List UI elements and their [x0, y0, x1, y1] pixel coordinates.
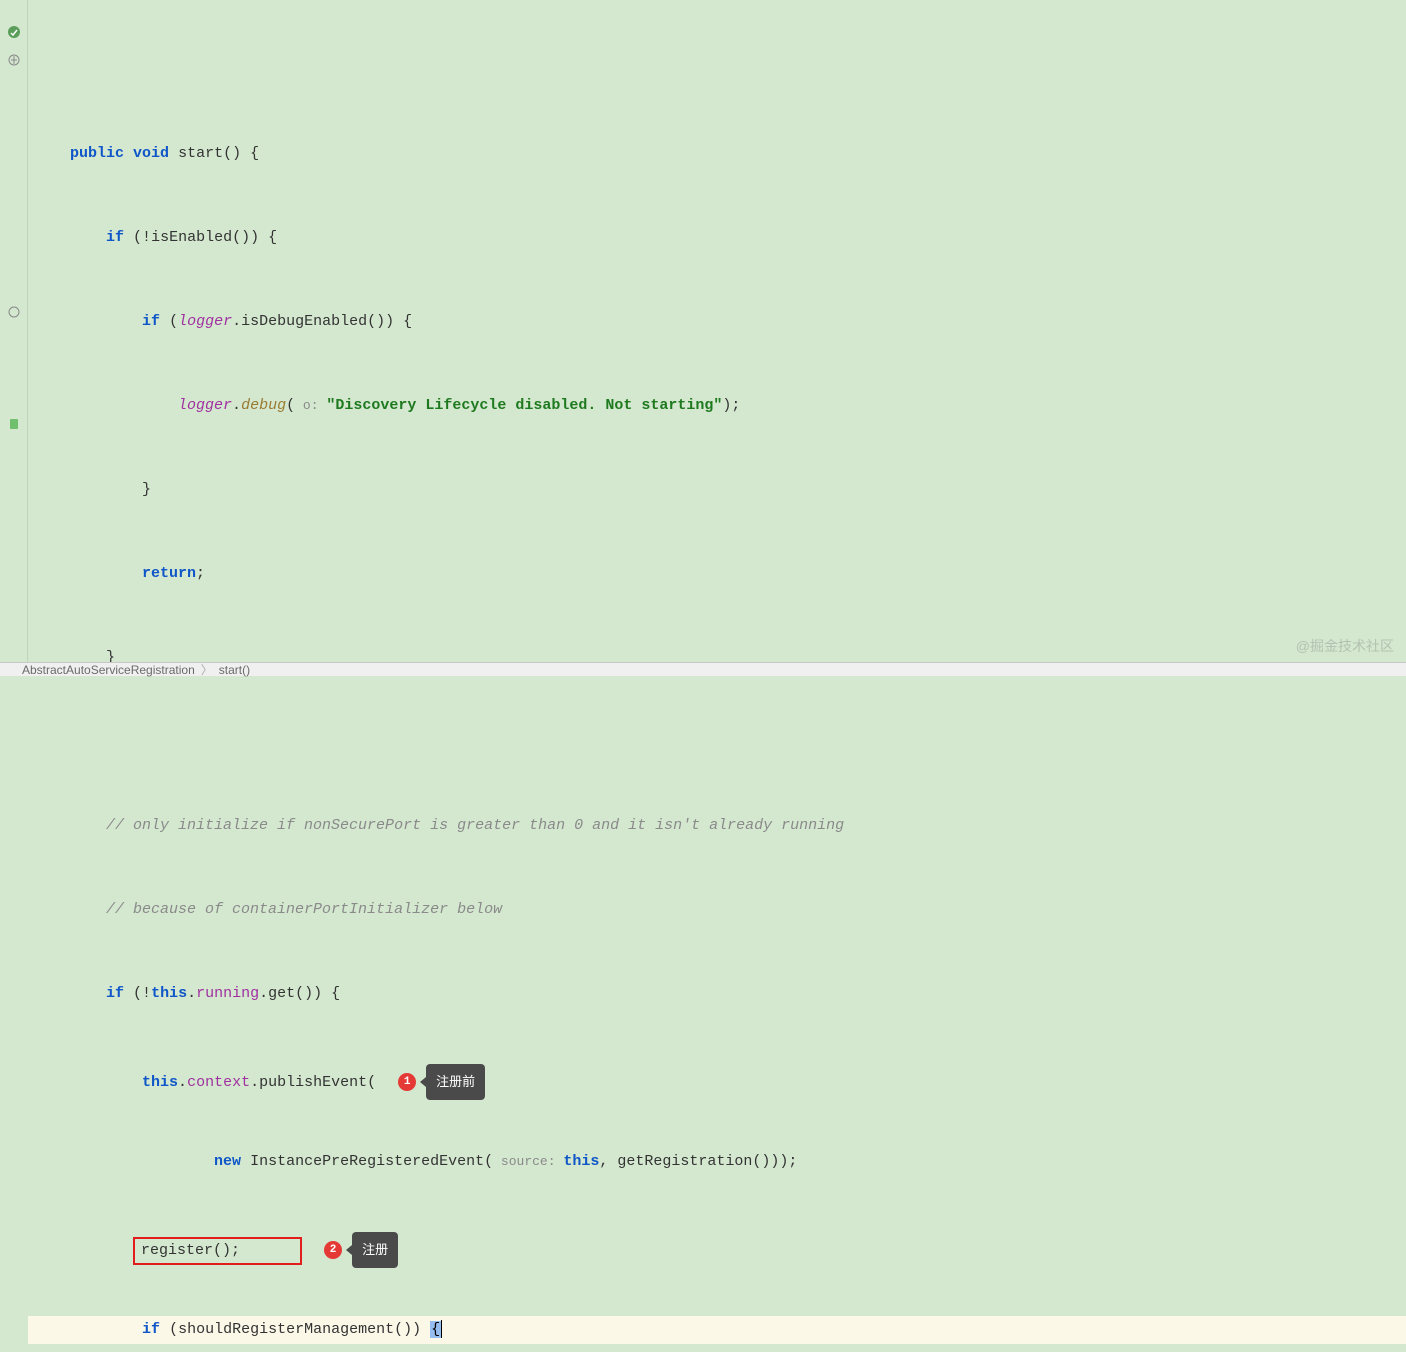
- call-get: get: [268, 985, 295, 1002]
- call-publishEvent: publishEvent: [259, 1074, 367, 1091]
- keyword-if: if: [106, 985, 124, 1002]
- annotation-label-2: 注册: [352, 1232, 398, 1268]
- method-icon[interactable]: [6, 304, 22, 320]
- annotation-badge-1: 1: [398, 1073, 416, 1091]
- gutter: [0, 0, 28, 662]
- call-shouldRegisterManagement: shouldRegisterManagement: [178, 1321, 394, 1338]
- field-running: running: [196, 985, 259, 1002]
- keyword-this: this: [151, 985, 187, 1002]
- keyword-if: if: [142, 313, 160, 330]
- field-context: context: [187, 1074, 250, 1091]
- call-isEnabled: isEnabled: [151, 229, 232, 246]
- string-literal: "Discovery Lifecycle disabled. Not start…: [326, 397, 722, 414]
- call-getRegistration: getRegistration: [617, 1153, 752, 1170]
- text-caret: [441, 1320, 442, 1338]
- keyword-if: if: [142, 1321, 160, 1338]
- call-debug: debug: [241, 397, 286, 414]
- breadcrumb[interactable]: AbstractAutoServiceRegistration 〉 start(): [0, 662, 1406, 676]
- keyword-if: if: [106, 229, 124, 246]
- keyword-return: return: [142, 565, 196, 582]
- keyword-new: new: [214, 1153, 241, 1170]
- annotation-label-1: 注册前: [426, 1064, 485, 1100]
- highlight-box-register: register();: [133, 1237, 302, 1265]
- code-editor[interactable]: public void start() { if (!isEnabled()) …: [0, 0, 1406, 662]
- keyword-public: public: [70, 145, 124, 162]
- call-register: register: [141, 1242, 213, 1259]
- current-line: if (shouldRegisterManagement()) {: [28, 1316, 1406, 1344]
- matched-brace: {: [430, 1321, 441, 1338]
- inherit-icon[interactable]: [6, 52, 22, 68]
- code-content[interactable]: public void start() { if (!isEnabled()) …: [28, 0, 1406, 662]
- method-name: start: [178, 145, 223, 162]
- breadcrumb-class[interactable]: AbstractAutoServiceRegistration: [22, 663, 195, 677]
- keyword-this: this: [563, 1153, 599, 1170]
- bookmark-icon[interactable]: [6, 416, 22, 432]
- type-ref: InstancePreRegisteredEvent: [250, 1153, 484, 1170]
- param-hint: o:: [295, 398, 326, 413]
- field-logger: logger: [178, 313, 232, 330]
- breadcrumb-method[interactable]: start(): [219, 663, 250, 677]
- comment-line: // because of containerPortInitializer b…: [106, 901, 502, 918]
- comment-line: // only initialize if nonSecurePort is g…: [106, 817, 844, 834]
- call-isDebugEnabled: isDebugEnabled: [241, 313, 367, 330]
- watermark: @掘金技术社区: [1296, 636, 1394, 656]
- keyword-this: this: [142, 1074, 178, 1091]
- breadcrumb-separator-icon: 〉: [201, 663, 213, 677]
- field-logger: logger: [178, 397, 232, 414]
- keyword-void: void: [133, 145, 169, 162]
- override-icon[interactable]: [6, 24, 22, 40]
- param-hint: source:: [493, 1154, 563, 1169]
- annotation-badge-2: 2: [324, 1241, 342, 1259]
